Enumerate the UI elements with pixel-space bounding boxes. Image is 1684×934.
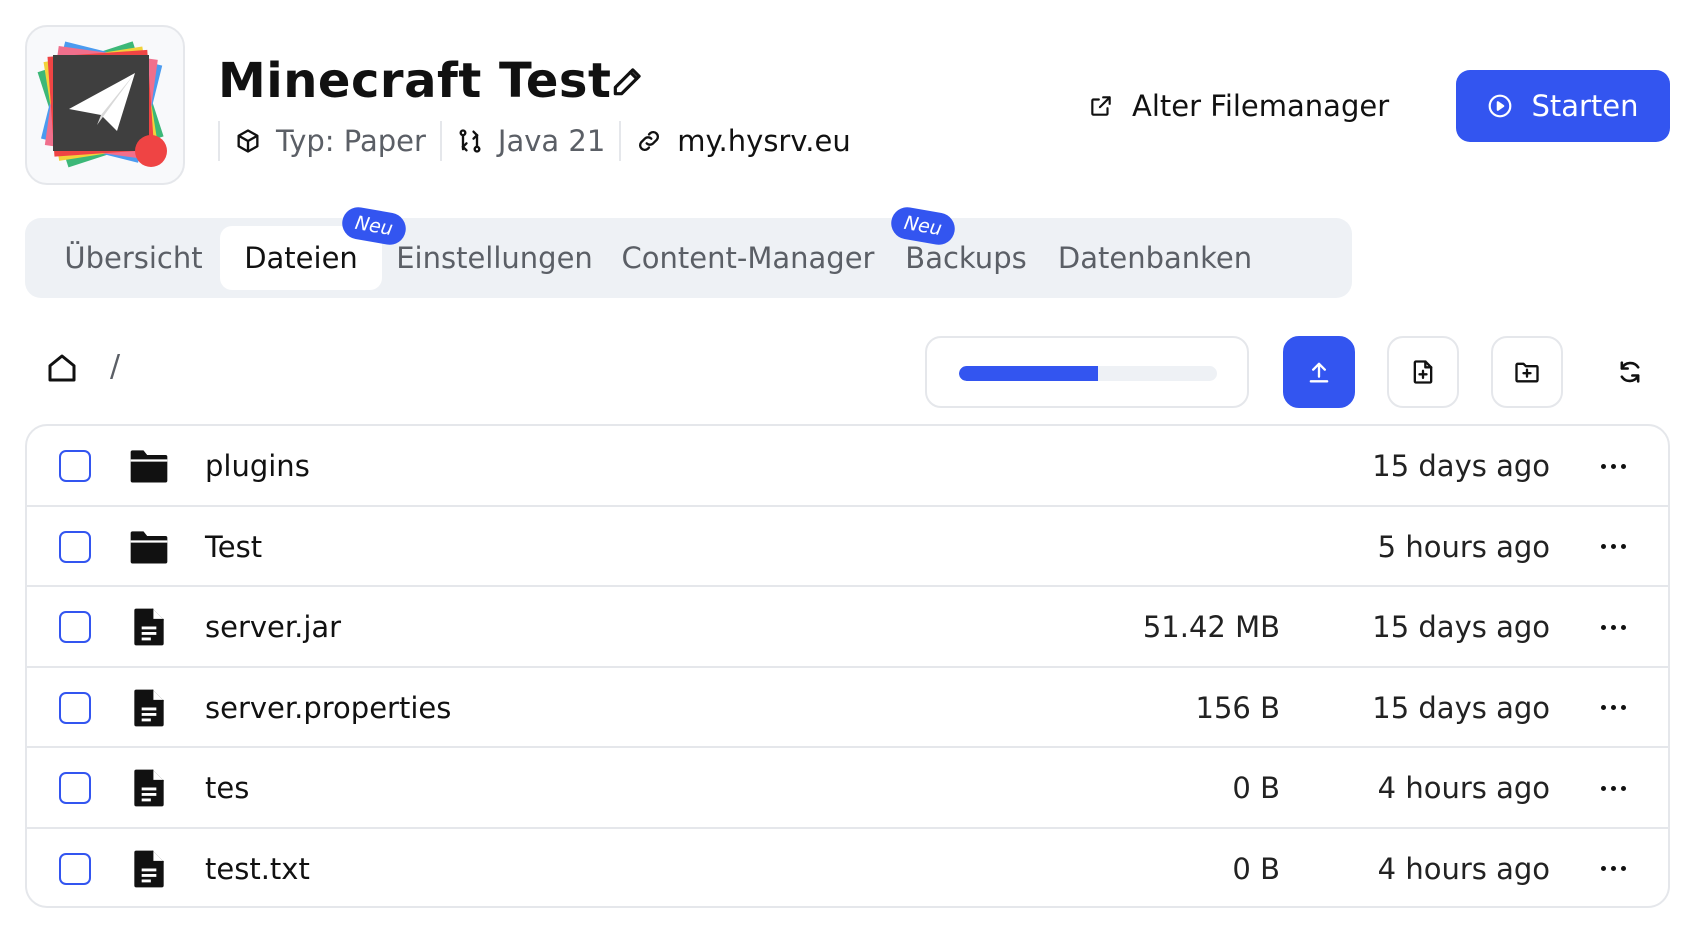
file-icon (127, 766, 171, 810)
meta-address-label: my.hysrv.eu (677, 124, 851, 158)
file-modified: 4 hours ago (1377, 851, 1550, 886)
start-button[interactable]: Starten (1456, 70, 1670, 142)
meta-address[interactable]: my.hysrv.eu (619, 121, 864, 161)
server-meta: Typ: Paper Java 21 my.hysrv.eu (218, 120, 865, 162)
file-icon (127, 686, 171, 730)
row-checkbox[interactable] (59, 852, 91, 885)
file-size: 0 B (1232, 771, 1280, 805)
meta-type-label: Typ: Paper (276, 124, 426, 158)
file-name[interactable]: test.txt (205, 829, 310, 907)
tab-bar: Übersicht Dateien Einstellungen Content-… (25, 218, 1352, 298)
refresh-button[interactable] (1612, 354, 1648, 390)
row-checkbox[interactable] (59, 450, 91, 482)
tab-label: Content-Manager (621, 241, 875, 275)
server-avatar (25, 25, 185, 185)
home-icon[interactable] (44, 350, 80, 386)
old-filemanager-label: Alter Filemanager (1132, 89, 1390, 123)
more-options-icon[interactable] (1596, 531, 1630, 563)
meta-java: Java 21 (439, 121, 619, 161)
old-filemanager-link[interactable]: Alter Filemanager (1088, 84, 1389, 128)
external-link-icon (1088, 93, 1114, 119)
file-row[interactable]: server.jar 51.42 MB 15 days ago (27, 587, 1668, 668)
new-file-button[interactable] (1387, 336, 1459, 408)
upload-progress (925, 336, 1249, 408)
file-name[interactable]: server.jar (205, 587, 341, 667)
file-size: 0 B (1232, 851, 1280, 886)
file-row[interactable]: plugins 15 days ago (27, 426, 1668, 507)
progress-fill (959, 366, 1099, 381)
meta-java-label: Java 21 (497, 124, 606, 158)
tab-label: Datenbanken (1057, 241, 1253, 275)
more-options-icon[interactable] (1596, 692, 1630, 724)
tab-label: Übersicht (64, 241, 203, 275)
refresh-icon (1616, 358, 1644, 386)
tab-einstellungen[interactable]: Einstellungen (382, 226, 607, 290)
row-checkbox[interactable] (59, 772, 91, 804)
tab-label: Dateien (244, 241, 358, 275)
file-row[interactable]: server.properties 156 B 15 days ago (27, 668, 1668, 748)
folder-icon (127, 525, 171, 569)
more-options-icon[interactable] (1596, 853, 1630, 885)
file-name[interactable]: server.properties (205, 668, 451, 748)
row-checkbox[interactable] (59, 691, 91, 724)
more-options-icon[interactable] (1596, 450, 1630, 482)
more-options-icon[interactable] (1596, 611, 1630, 643)
file-modified: 15 days ago (1372, 690, 1550, 725)
more-options-icon[interactable] (1596, 772, 1630, 804)
upload-icon (1305, 358, 1333, 386)
breadcrumb-separator: / (110, 349, 121, 384)
tab-label: Einstellungen (396, 241, 593, 275)
file-size: 156 B (1195, 690, 1280, 725)
new-folder-button[interactable] (1491, 336, 1563, 408)
row-checkbox[interactable] (59, 530, 91, 563)
tab-label: Backups (905, 241, 1027, 275)
file-row[interactable]: Test 5 hours ago (27, 507, 1668, 587)
git-compare-icon (456, 127, 484, 155)
file-name[interactable]: plugins (205, 426, 310, 506)
file-modified: 15 days ago (1372, 610, 1550, 644)
file-modified: 4 hours ago (1377, 771, 1550, 805)
tab-content-manager[interactable]: Content-Manager (607, 226, 889, 290)
file-list: plugins 15 days ago Test 5 hours ago server.… (25, 424, 1670, 908)
link-icon (635, 127, 663, 155)
new-folder-icon (1513, 358, 1541, 386)
new-file-icon (1409, 358, 1437, 386)
file-row[interactable]: test.txt 0 B 4 hours ago (27, 829, 1668, 907)
folder-icon (127, 444, 171, 488)
progress-track (959, 366, 1217, 381)
file-size: 51.42 MB (1142, 610, 1280, 644)
edit-pencil-icon[interactable] (609, 62, 647, 100)
tab-datenbanken[interactable]: Datenbanken (1045, 226, 1265, 290)
paper-plane-logo-icon (37, 41, 167, 168)
upload-button[interactable] (1283, 336, 1355, 408)
file-icon (127, 605, 171, 649)
file-name[interactable]: tes (205, 748, 249, 828)
play-circle-icon (1487, 93, 1513, 119)
tab-uebersicht[interactable]: Übersicht (33, 226, 234, 290)
file-row[interactable]: tes 0 B 4 hours ago (27, 748, 1668, 829)
file-name[interactable]: Test (205, 507, 262, 587)
start-button-label: Starten (1531, 89, 1639, 123)
meta-type: Typ: Paper (218, 121, 440, 161)
file-modified: 15 days ago (1372, 449, 1550, 483)
row-checkbox[interactable] (59, 611, 91, 643)
file-modified: 5 hours ago (1377, 529, 1550, 564)
cube-icon (234, 127, 262, 155)
server-title: Minecraft Test (218, 53, 612, 109)
file-icon (127, 847, 171, 891)
